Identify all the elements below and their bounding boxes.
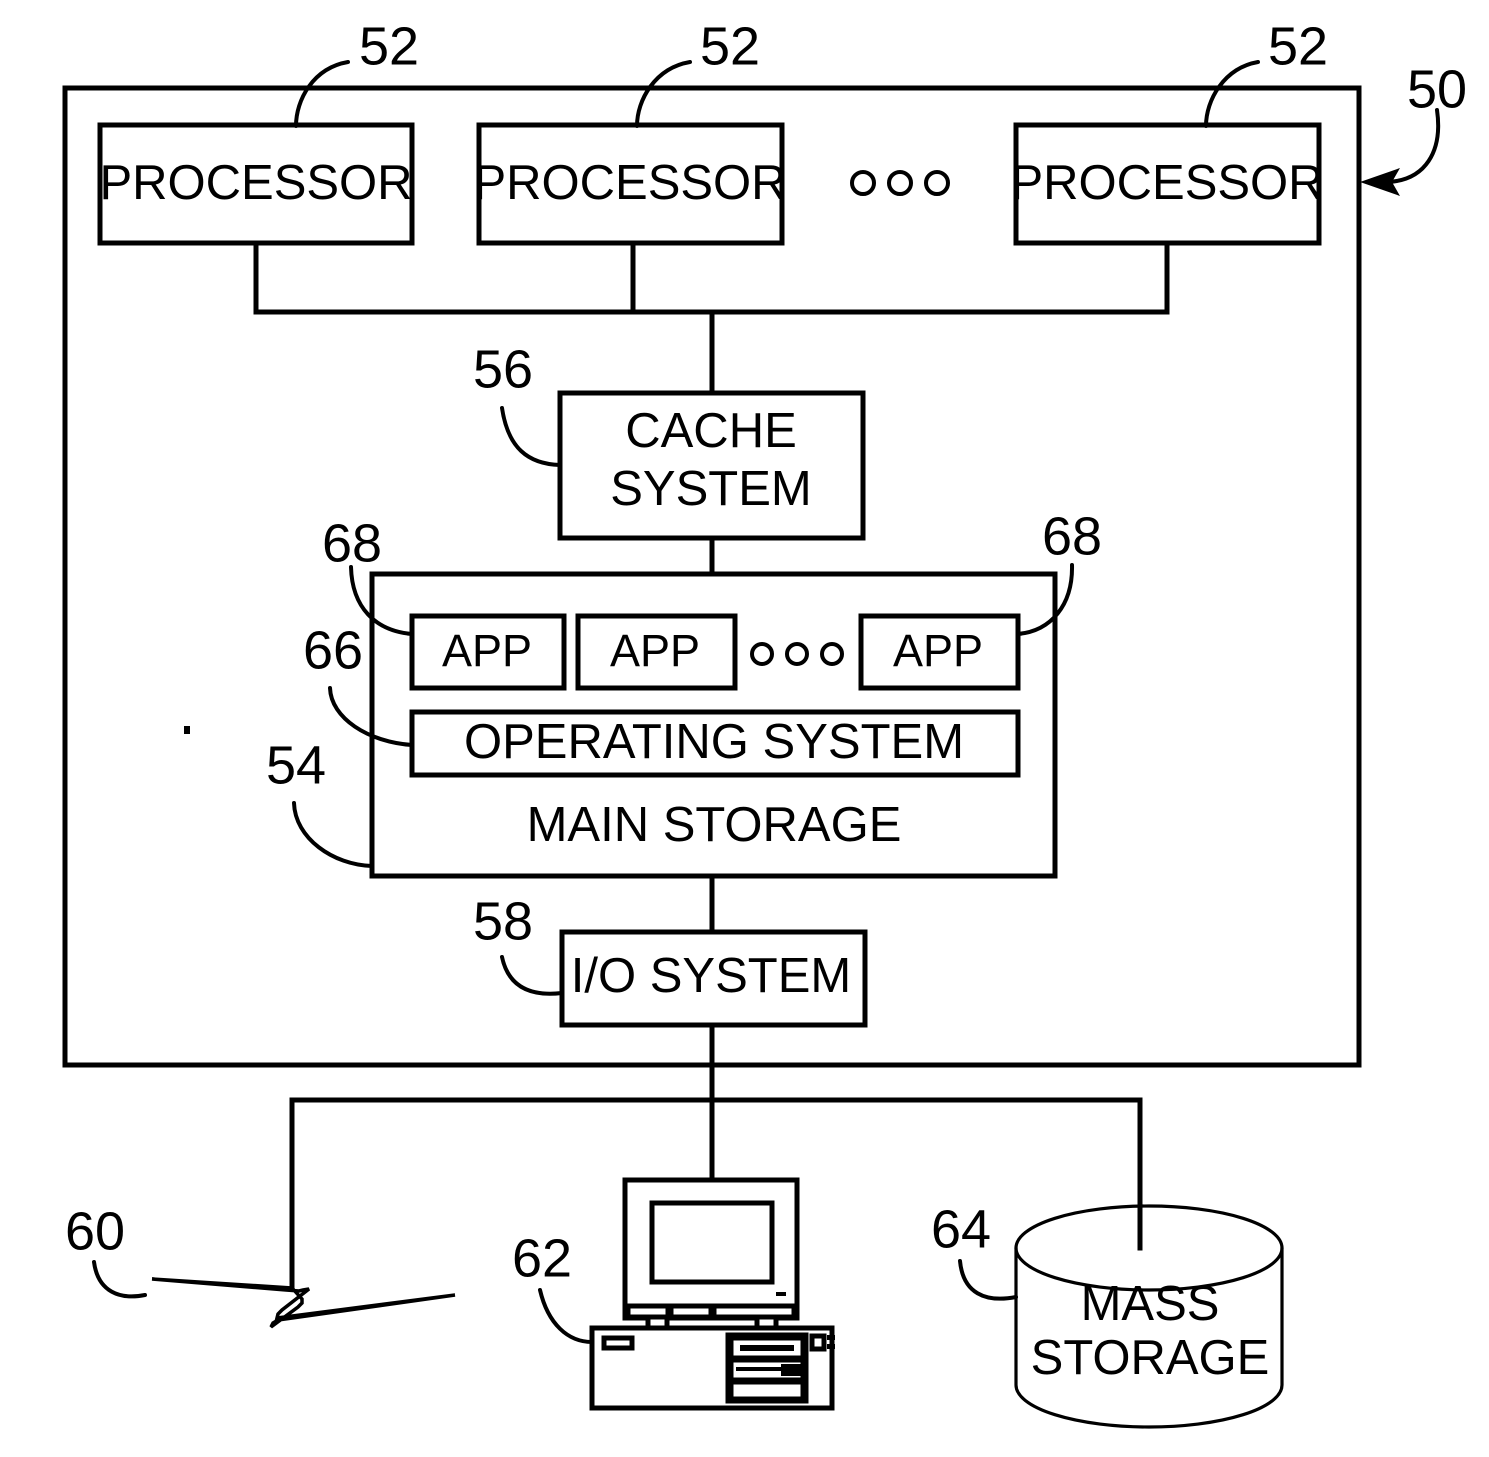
leader-line-processor-b (635, 60, 692, 128)
app-label-2: APP (610, 625, 700, 676)
workstation-drive-eject-button (781, 1364, 801, 1376)
leader-line-mass-storage (958, 1259, 1018, 1301)
reference-numeral-network: 60 (65, 1201, 125, 1261)
reference-numeral-io-system: 58 (473, 891, 533, 951)
leader-line-network (92, 1260, 147, 1299)
patent-figure: PROCESSOR PROCESSOR PROCESSOR CACHE SYST… (0, 0, 1489, 1457)
app-label-1: APP (442, 625, 532, 676)
workstation-drive-slot-bottom (728, 1379, 806, 1402)
cache-system-label-line-2: SYSTEM (610, 462, 811, 516)
reference-numeral-app-left: 68 (322, 513, 382, 573)
io-system-label: I/O SYSTEM (571, 949, 851, 1003)
mass-storage-label-line-2: STORAGE (1031, 1331, 1270, 1385)
reference-numeral-processor-a: 52 (359, 16, 419, 76)
mass-storage-label-line-1: MASS (1081, 1277, 1220, 1331)
reference-numeral-mass-storage: 64 (931, 1199, 991, 1259)
reference-numeral-system: 50 (1407, 59, 1467, 119)
leader-line-cache-system (500, 406, 562, 467)
workstation-badge-slot (601, 1335, 635, 1351)
processor-ellipsis-dot-3 (924, 170, 950, 196)
leader-line-main-storage (292, 801, 374, 868)
reference-numeral-cache-system: 56 (473, 339, 533, 399)
workstation-drive-slot-top-insert (740, 1345, 794, 1351)
reference-numeral-operating-system: 66 (303, 620, 363, 680)
reference-numeral-main-storage: 54 (266, 735, 326, 795)
reference-numeral-workstation: 62 (512, 1228, 572, 1288)
cache-system-label-line-1: CACHE (625, 404, 797, 458)
main-storage-label: MAIN STORAGE (527, 798, 902, 852)
leader-line-processor-c (1204, 60, 1260, 128)
workstation-monitor-vent-2 (668, 1303, 714, 1320)
processor-ellipsis-dot-1 (850, 170, 876, 196)
processor-label-3: PROCESSOR (1010, 156, 1323, 210)
workstation-led-1 (827, 1335, 835, 1340)
network-bolt-icon (151, 1277, 456, 1329)
workstation-monitor-brand-mark (776, 1292, 786, 1296)
leader-line-processor-a (294, 60, 350, 128)
reference-numeral-processor-c: 52 (1268, 16, 1328, 76)
diagram-canvas: PROCESSOR PROCESSOR PROCESSOR CACHE SYST… (62, 16, 1467, 1429)
operating-system-label: OPERATING SYSTEM (464, 715, 964, 769)
workstation-monitor-vent-3 (711, 1303, 797, 1320)
leader-line-io-system (500, 955, 564, 996)
reference-numeral-app-right: 68 (1042, 506, 1102, 566)
processor-ellipsis-dot-2 (887, 170, 913, 196)
workstation-screen (649, 1200, 775, 1285)
workstation-power-button (809, 1333, 827, 1352)
reference-numeral-processor-b: 52 (700, 16, 760, 76)
processor-label-1: PROCESSOR (99, 156, 412, 210)
scan-artifact-speck (184, 726, 190, 734)
workstation-icon (589, 1177, 835, 1411)
workstation-led-2 (827, 1344, 835, 1349)
app-label-3: APP (893, 625, 983, 676)
processor-label-2: PROCESSOR (473, 156, 786, 210)
leader-line-workstation (538, 1288, 594, 1344)
